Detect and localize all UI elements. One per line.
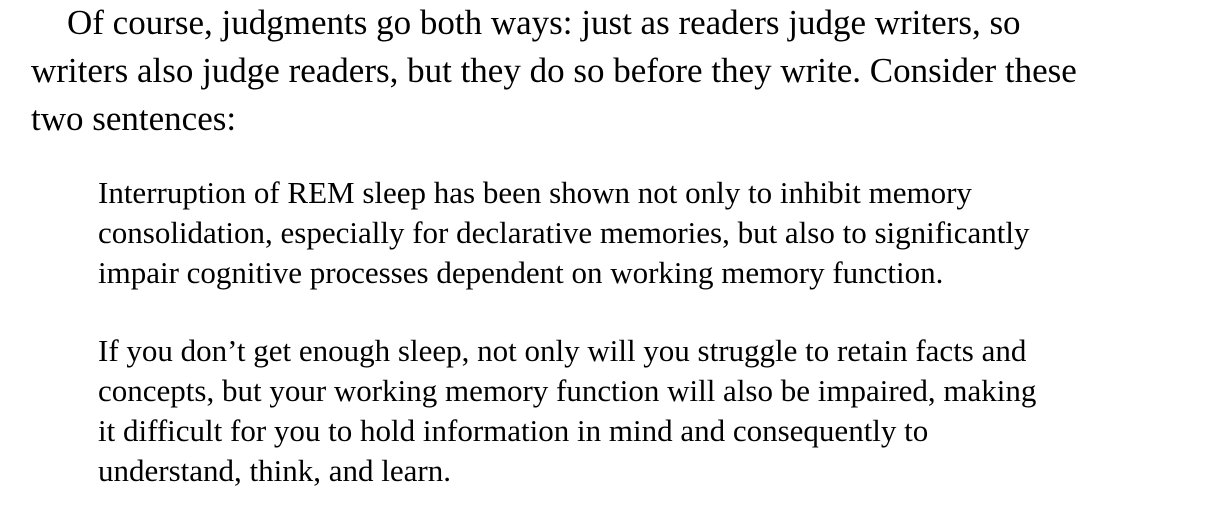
example-line: Interruption of REM sleep has been shown… xyxy=(98,175,972,210)
intro-line: writers also judge readers, but they do … xyxy=(31,51,1077,90)
example-line: it difficult for you to hold information… xyxy=(98,413,929,448)
document-page: Of course, judgments go both ways: just … xyxy=(0,0,1226,515)
example-line: impair cognitive processes dependent on … xyxy=(98,255,944,290)
intro-line: Of course, judgments go both ways: just … xyxy=(67,3,1021,42)
example-line: concepts, but your working memory functi… xyxy=(98,373,1037,408)
example-line: understand, think, and learn. xyxy=(98,453,451,488)
example-line: If you don’t get enough sleep, not only … xyxy=(98,333,1027,368)
intro-line: two sentences: xyxy=(31,99,237,138)
example-line: consolidation, especially for declarativ… xyxy=(98,215,1030,250)
